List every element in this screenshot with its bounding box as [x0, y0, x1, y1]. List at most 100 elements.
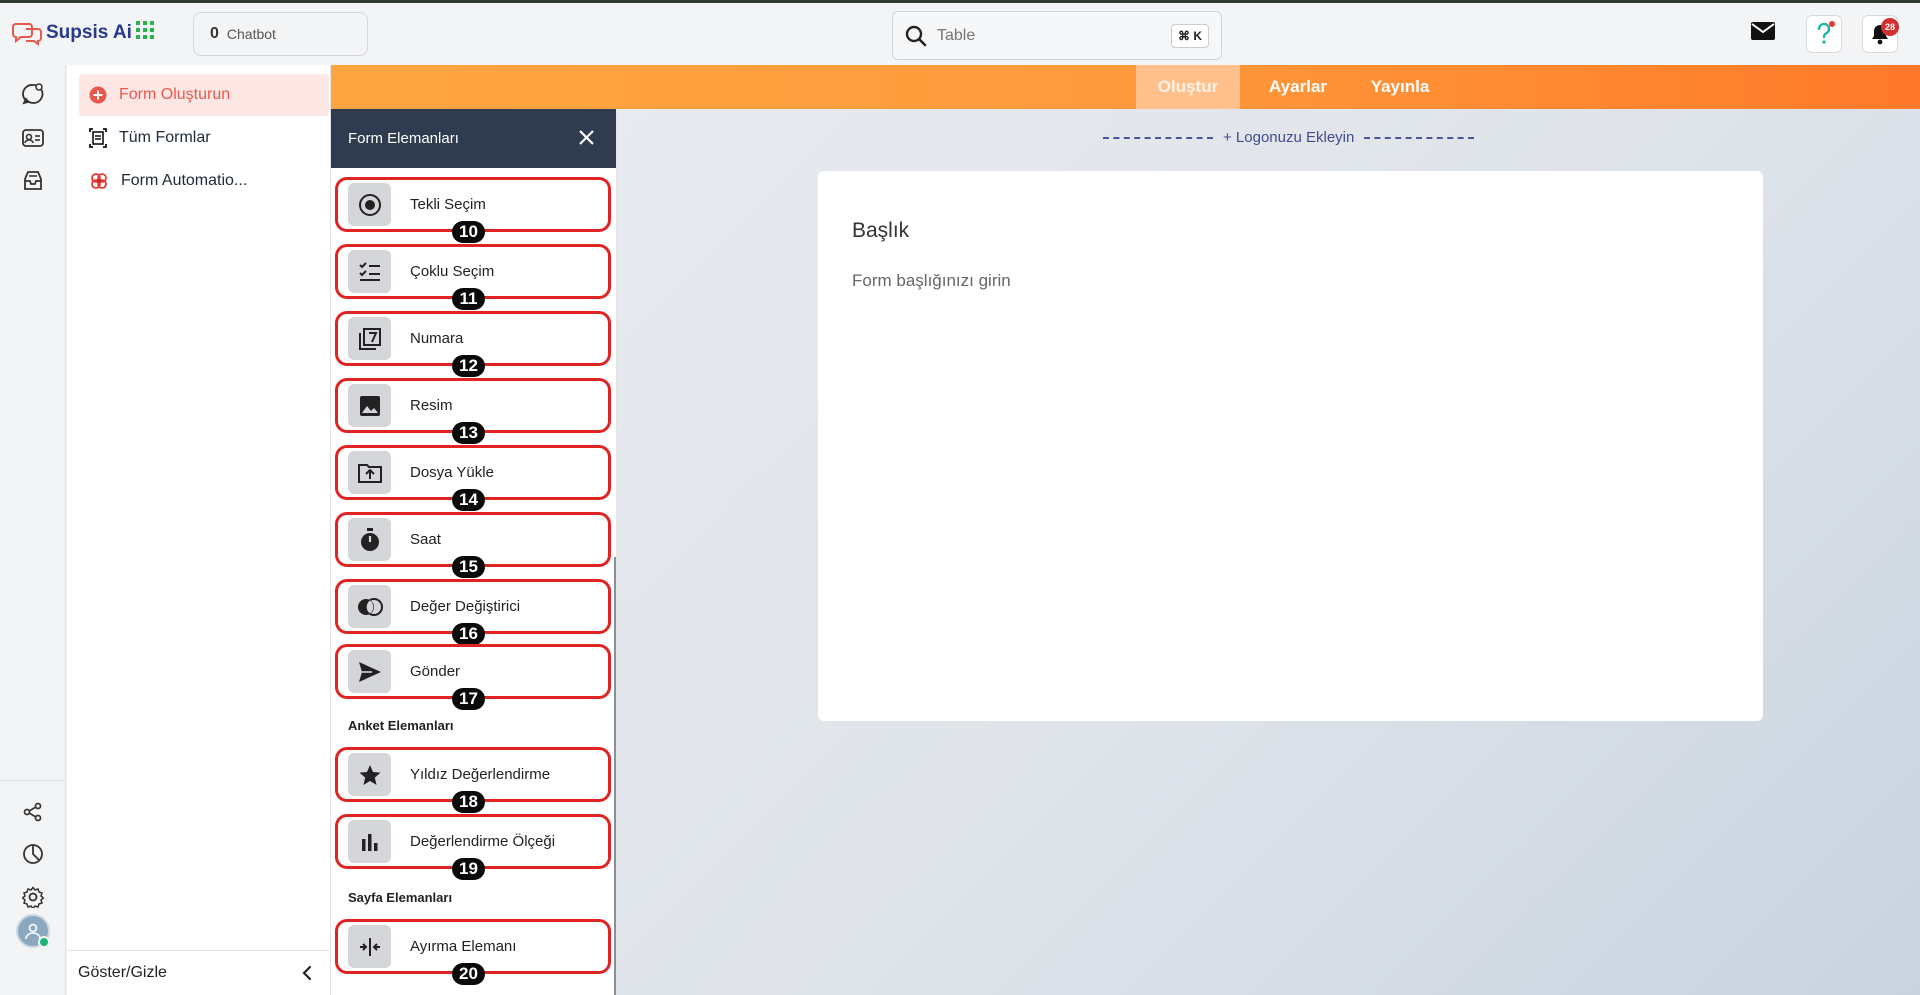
- plus-circle-icon: [89, 86, 107, 104]
- brand-logo[interactable]: Supsis Ai: [12, 20, 132, 46]
- form-elements-panel: Form Elemanları Tekli Seçim 10 Çoklu Seç…: [331, 109, 617, 995]
- left-rail: [0, 65, 66, 995]
- element-label: Değer Değiştirici: [410, 598, 521, 615]
- element-submit[interactable]: Gönder 17: [335, 644, 611, 710]
- panel-header: Form Elemanları: [331, 109, 616, 168]
- add-logo-button[interactable]: + Logonuzu Ekleyin: [1103, 129, 1475, 146]
- chevron-left-icon[interactable]: [301, 965, 313, 981]
- search-box[interactable]: ⌘ K: [892, 11, 1222, 60]
- user-avatar[interactable]: [16, 914, 50, 948]
- forms-sidebar: Form Oluşturun Tüm Formlar Form Automati…: [67, 65, 331, 995]
- upload-icon: [348, 451, 391, 494]
- element-value-toggle[interactable]: Değer Değiştirici 16: [335, 579, 611, 645]
- share-icon[interactable]: [21, 800, 45, 824]
- chat-icon[interactable]: [21, 82, 45, 106]
- help-button[interactable]: [1806, 15, 1842, 53]
- analytics-icon[interactable]: [21, 842, 45, 866]
- element-single-choice[interactable]: Tekli Seçim 10: [335, 177, 611, 243]
- inbox-icon[interactable]: [21, 169, 45, 193]
- sidebar-item-form-automation[interactable]: Form Automatio...: [79, 160, 329, 202]
- automation-icon: [89, 171, 109, 191]
- notification-badge: 28: [1881, 18, 1899, 36]
- search-shortcut: ⌘ K: [1171, 24, 1209, 48]
- show-hide-toggle[interactable]: Göster/Gizle: [67, 950, 331, 995]
- help-dot: [1829, 21, 1835, 27]
- element-number-badge: 18: [452, 791, 485, 813]
- element-label: Tekli Seçim: [410, 196, 486, 213]
- element-image[interactable]: Resim 13: [335, 378, 611, 444]
- element-number-badge: 17: [452, 688, 485, 710]
- checklist-icon: [348, 250, 391, 293]
- element-star-rating[interactable]: Yıldız Değerlendirme 18: [335, 747, 611, 813]
- apps-grid-icon[interactable]: [136, 21, 154, 39]
- element-divider[interactable]: Ayırma Elemanı 20: [335, 919, 611, 985]
- show-hide-label: Göster/Gizle: [78, 964, 167, 981]
- element-label: Numara: [410, 330, 464, 347]
- sidebar-item-create-form[interactable]: Form Oluşturun: [79, 74, 329, 116]
- star-icon: [348, 753, 391, 796]
- divider-icon: [348, 925, 391, 968]
- element-label: Değerlendirme Ölçeği: [410, 833, 556, 850]
- search-input[interactable]: [937, 26, 1157, 45]
- element-number-badge: 19: [452, 858, 485, 880]
- contacts-icon[interactable]: [21, 126, 45, 150]
- sidebar-item-all-forms[interactable]: Tüm Formlar: [79, 117, 329, 159]
- element-number[interactable]: Numara 12: [335, 311, 611, 377]
- element-number-badge: 20: [452, 963, 485, 985]
- element-number-badge: 13: [452, 422, 485, 444]
- form-card[interactable]: Başlık Form başlığınızı girin: [818, 171, 1763, 721]
- sidebar-item-label: Form Automatio...: [121, 172, 248, 189]
- tab-settings[interactable]: Ayarlar: [1248, 65, 1348, 109]
- sidebar-item-label: Form Oluşturun: [119, 86, 231, 103]
- dashed-divider: [1103, 136, 1213, 139]
- element-rating-scale[interactable]: Değerlendirme Ölçeği 19: [335, 814, 611, 880]
- chatbot-selector[interactable]: 0 Chatbot: [193, 12, 368, 56]
- element-label: Resim: [410, 397, 453, 414]
- timer-icon: [348, 518, 391, 561]
- chatbot-label: Chatbot: [226, 26, 276, 42]
- radio-icon: [348, 183, 391, 226]
- builder-tab-bar: Oluştur Ayarlar Yayınla: [331, 65, 1920, 109]
- element-label: Dosya Yükle: [410, 464, 494, 481]
- send-icon: [348, 650, 391, 693]
- element-file-upload[interactable]: Dosya Yükle 14: [335, 445, 611, 511]
- online-status-dot: [38, 936, 50, 948]
- top-bar: Supsis Ai 0 Chatbot ⌘ K 28: [0, 3, 1920, 65]
- panel-title: Form Elemanları: [348, 130, 459, 147]
- element-number-badge: 12: [452, 355, 485, 377]
- element-number-badge: 16: [452, 623, 485, 645]
- notifications-button[interactable]: 28: [1862, 15, 1899, 53]
- section-title-page: Sayfa Elemanları: [348, 890, 453, 905]
- element-number-badge: 15: [452, 556, 485, 578]
- form-title-field[interactable]: Başlık: [852, 219, 909, 243]
- element-label: Saat: [410, 531, 441, 548]
- element-label: Gönder: [410, 663, 461, 680]
- brand-name: Supsis Ai: [46, 22, 132, 43]
- sidebar-item-label: Tüm Formlar: [119, 129, 211, 146]
- element-number-badge: 14: [452, 489, 485, 511]
- add-logo-label: + Logonuzu Ekleyin: [1223, 129, 1355, 146]
- logo-icon: [12, 20, 42, 46]
- element-label: Ayırma Elemanı: [410, 938, 517, 955]
- number-icon: [348, 317, 391, 360]
- element-number-badge: 11: [452, 288, 485, 310]
- form-list-icon: [89, 128, 107, 148]
- image-icon: [348, 384, 391, 427]
- dashed-divider: [1364, 136, 1475, 139]
- close-icon[interactable]: [578, 129, 595, 146]
- tab-publish[interactable]: Yayınla: [1350, 65, 1450, 109]
- element-number-badge: 10: [452, 221, 485, 243]
- help-icon: [1817, 23, 1831, 45]
- element-label: Yıldız Değerlendirme: [410, 766, 551, 783]
- element-label: Çoklu Seçim: [410, 263, 495, 280]
- bar-chart-icon: [348, 820, 391, 863]
- element-multi-choice[interactable]: Çoklu Seçim 11: [335, 244, 611, 310]
- settings-gear-icon[interactable]: [21, 885, 45, 909]
- mail-icon[interactable]: [1750, 21, 1776, 41]
- tab-create[interactable]: Oluştur: [1136, 65, 1240, 109]
- section-title-survey: Anket Elemanları: [348, 718, 454, 733]
- form-subtitle-field[interactable]: Form başlığınızı girin: [852, 271, 1011, 291]
- rail-divider: [0, 780, 66, 781]
- toggle-icon: [348, 585, 391, 628]
- element-time[interactable]: Saat 15: [335, 512, 611, 578]
